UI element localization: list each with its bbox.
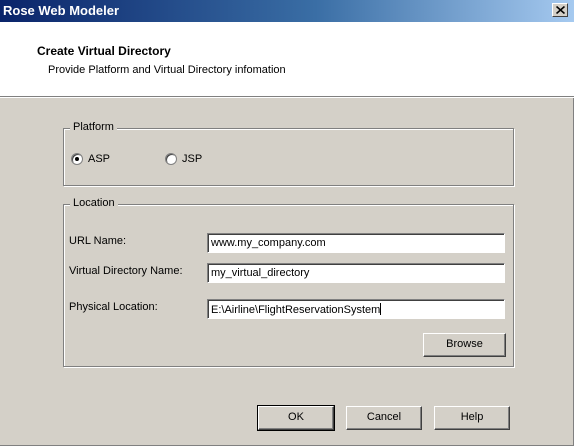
title-bar[interactable]: Rose Web Modeler bbox=[0, 0, 574, 22]
platform-group: Platform ASP JSP bbox=[63, 121, 514, 186]
radio-label-asp[interactable]: ASP bbox=[88, 153, 110, 165]
virtual-directory-name-input[interactable]: my_virtual_directory bbox=[207, 263, 505, 283]
browse-button[interactable]: Browse bbox=[423, 333, 506, 357]
ok-button[interactable]: OK bbox=[257, 405, 335, 431]
physical-location-value: E:\Airline\FlightReservationSystem bbox=[211, 304, 381, 316]
page-subtitle: Provide Platform and Virtual Directory i… bbox=[48, 64, 286, 76]
url-name-value: www.my_company.com bbox=[211, 237, 326, 249]
dialog-window: Rose Web Modeler Create Virtual Director… bbox=[0, 0, 574, 446]
radio-jsp[interactable]: JSP bbox=[165, 153, 202, 165]
radio-button-jsp[interactable] bbox=[165, 153, 177, 165]
help-button[interactable]: Help bbox=[434, 406, 510, 430]
platform-legend: Platform bbox=[70, 121, 117, 133]
url-name-input[interactable]: www.my_company.com bbox=[207, 233, 505, 253]
virtual-directory-name-label: Virtual Directory Name: bbox=[69, 265, 183, 277]
close-button[interactable] bbox=[552, 3, 568, 17]
physical-location-input[interactable]: E:\Airline\FlightReservationSystem bbox=[207, 299, 505, 319]
header-panel: Create Virtual Directory Provide Platfor… bbox=[0, 22, 574, 96]
location-legend: Location bbox=[70, 197, 118, 209]
header-divider bbox=[0, 96, 574, 98]
radio-label-jsp[interactable]: JSP bbox=[182, 153, 202, 165]
cancel-button[interactable]: Cancel bbox=[346, 406, 422, 430]
physical-location-label: Physical Location: bbox=[69, 301, 158, 313]
location-group: Location URL Name: www.my_company.com Vi… bbox=[63, 197, 514, 367]
window-title: Rose Web Modeler bbox=[3, 3, 120, 18]
radio-selected-dot-icon bbox=[75, 157, 79, 161]
page-title: Create Virtual Directory bbox=[37, 44, 171, 58]
text-caret bbox=[380, 303, 382, 315]
close-icon bbox=[556, 6, 565, 14]
virtual-directory-name-value: my_virtual_directory bbox=[211, 267, 310, 279]
radio-asp[interactable]: ASP bbox=[71, 153, 110, 165]
url-name-label: URL Name: bbox=[69, 235, 127, 247]
radio-button-asp[interactable] bbox=[71, 153, 83, 165]
